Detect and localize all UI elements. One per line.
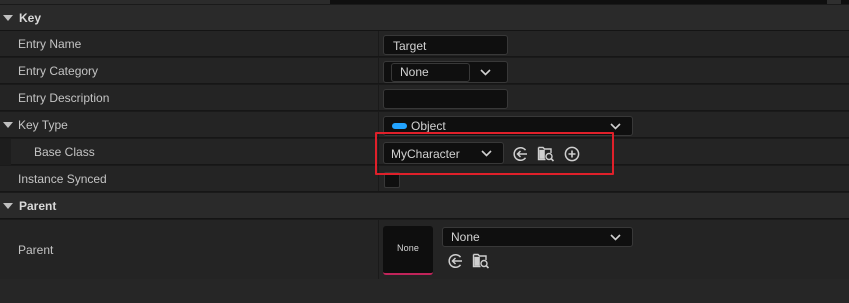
entry-category-value: None bbox=[400, 65, 429, 79]
entry-name-label: Entry Name bbox=[18, 37, 82, 51]
section-parent-title: Parent bbox=[19, 198, 57, 213]
entry-description-field[interactable] bbox=[383, 89, 508, 109]
object-type-pill bbox=[392, 123, 407, 129]
folder-search-icon[interactable] bbox=[472, 251, 490, 269]
top-strip bbox=[0, 0, 849, 4]
entry-description-label: Entry Description bbox=[18, 91, 110, 105]
parent-thumbnail-text: None bbox=[397, 243, 419, 253]
entry-category-combo[interactable]: None bbox=[383, 61, 508, 83]
column-splitter[interactable] bbox=[378, 220, 379, 279]
section-parent[interactable]: Parent bbox=[0, 193, 849, 219]
base-class-label: Base Class bbox=[34, 145, 95, 159]
column-splitter[interactable] bbox=[378, 58, 379, 83]
parent-dropdown[interactable]: None bbox=[442, 227, 633, 247]
section-key-title: Key bbox=[19, 10, 42, 25]
instance-synced-label: Instance Synced bbox=[18, 172, 107, 186]
column-splitter[interactable] bbox=[378, 166, 379, 191]
column-splitter[interactable] bbox=[378, 31, 379, 56]
base-class-value: MyCharacter bbox=[391, 147, 460, 161]
expand-triangle-icon[interactable] bbox=[3, 202, 13, 209]
row-entry-description: Entry Description bbox=[0, 85, 849, 111]
row-entry-name: Entry Name Target bbox=[0, 31, 849, 57]
section-key[interactable]: Key bbox=[0, 5, 849, 31]
entry-name-field[interactable]: Target bbox=[383, 35, 508, 55]
key-type-value: Object bbox=[411, 119, 446, 133]
parent-label: Parent bbox=[18, 243, 54, 257]
key-type-dropdown[interactable]: Object bbox=[383, 116, 633, 136]
row-base-class: Base Class MyCharacter bbox=[0, 139, 849, 165]
column-splitter[interactable] bbox=[378, 112, 379, 137]
arrow-left-circle-icon[interactable] bbox=[446, 252, 464, 270]
key-type-label: Key Type bbox=[18, 118, 68, 132]
indent-gutter bbox=[0, 139, 11, 165]
folder-search-icon[interactable] bbox=[537, 144, 555, 162]
entry-category-field[interactable]: None bbox=[391, 63, 470, 82]
arrow-left-circle-icon[interactable] bbox=[511, 145, 529, 163]
expand-triangle-icon[interactable] bbox=[3, 14, 13, 21]
bottom-band bbox=[0, 279, 849, 303]
plus-circle-icon[interactable] bbox=[563, 145, 581, 163]
base-class-dropdown[interactable]: MyCharacter bbox=[383, 142, 504, 164]
column-splitter[interactable] bbox=[378, 139, 379, 164]
column-splitter[interactable] bbox=[378, 85, 379, 110]
parent-value: None bbox=[451, 230, 480, 244]
row-key-type: Key Type Object bbox=[0, 112, 849, 138]
entry-category-label: Entry Category bbox=[18, 64, 99, 78]
chevron-down-icon[interactable] bbox=[610, 234, 621, 241]
expand-triangle-icon[interactable] bbox=[3, 122, 13, 128]
chevron-down-icon[interactable] bbox=[610, 123, 621, 130]
row-instance-synced: Instance Synced bbox=[0, 166, 849, 192]
row-entry-category: Entry Category None bbox=[0, 58, 849, 84]
instance-synced-checkbox[interactable] bbox=[384, 172, 400, 188]
chevron-down-icon[interactable] bbox=[480, 69, 491, 76]
chevron-down-icon[interactable] bbox=[481, 150, 492, 157]
parent-asset-thumbnail[interactable]: None bbox=[383, 226, 433, 275]
top-strip-bar bbox=[0, 0, 330, 4]
entry-name-value: Target bbox=[393, 39, 427, 53]
top-strip-tab bbox=[827, 0, 841, 4]
